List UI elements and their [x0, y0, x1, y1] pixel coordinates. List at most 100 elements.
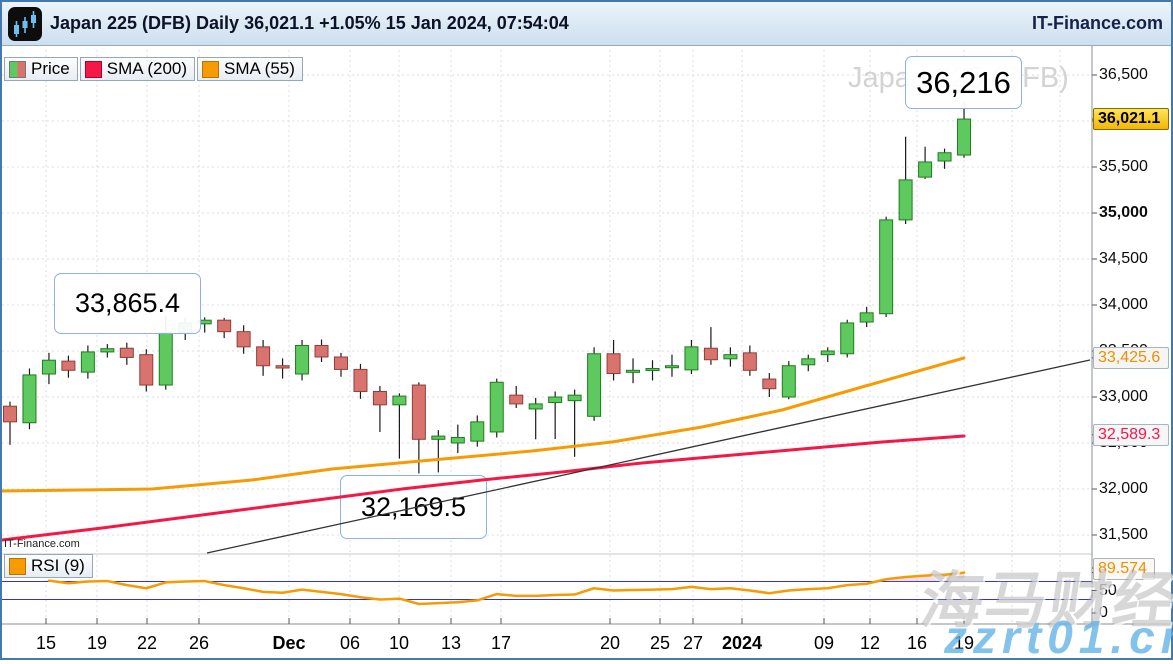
app-logo-icon: [8, 7, 42, 41]
annotation-text: 36,216: [916, 65, 1011, 101]
candle-body: [23, 375, 36, 423]
candle[interactable]: [510, 386, 523, 408]
frame-lines: [2, 46, 1173, 624]
candle[interactable]: [257, 340, 270, 376]
candle-body: [510, 395, 523, 404]
candle[interactable]: [880, 217, 893, 317]
candle-body: [860, 313, 873, 322]
candle[interactable]: [860, 307, 873, 327]
candle-body: [724, 355, 737, 359]
candle[interactable]: [529, 398, 542, 439]
candle[interactable]: [919, 147, 932, 179]
candle[interactable]: [549, 391, 562, 439]
header-bar: Japan 225 (DFB) Daily 36,021.1 +1.05% 15…: [2, 2, 1171, 46]
candle-body: [919, 162, 932, 177]
candle[interactable]: [958, 101, 971, 158]
candle-body: [296, 345, 309, 374]
candle[interactable]: [296, 340, 309, 380]
legend-item-rsi[interactable]: RSI (9): [4, 554, 93, 578]
candle-body: [646, 368, 659, 370]
candle-body: [62, 361, 75, 370]
candle-body: [373, 391, 386, 404]
candle-body: [821, 351, 834, 355]
candle-body: [159, 333, 172, 385]
candle[interactable]: [432, 430, 445, 472]
candle[interactable]: [140, 349, 153, 391]
candle-body: [315, 345, 328, 356]
candle-body: [42, 360, 55, 374]
rsi-pane[interactable]: [2, 573, 1092, 604]
corner-watermark: IT-Finance.com: [4, 538, 80, 550]
candle[interactable]: [334, 353, 347, 377]
candle[interactable]: [490, 379, 503, 438]
candle-body: [412, 385, 425, 439]
candle[interactable]: [627, 358, 640, 383]
candle[interactable]: [821, 347, 834, 362]
candle-body: [218, 320, 231, 331]
candle[interactable]: [646, 360, 659, 380]
candle-body: [899, 180, 912, 220]
rsi-swatch-icon: [9, 558, 26, 575]
candle[interactable]: [724, 347, 737, 366]
candle[interactable]: [101, 344, 114, 357]
candle[interactable]: [237, 325, 250, 354]
candle[interactable]: [62, 356, 75, 378]
candle-body: [782, 366, 795, 397]
legend-label: RSI (9): [31, 556, 85, 576]
sma200-swatch-icon: [85, 61, 102, 78]
candle[interactable]: [276, 358, 289, 378]
candle[interactable]: [120, 343, 133, 365]
legend-item-price[interactable]: Price: [4, 57, 78, 81]
candle-body: [958, 119, 971, 155]
candle-body: [880, 220, 893, 314]
legend-item-sma200[interactable]: SMA (200): [80, 57, 195, 81]
candle[interactable]: [899, 137, 912, 224]
candle[interactable]: [588, 347, 601, 421]
price-annotation-low[interactable]: 32,169.5: [340, 475, 487, 539]
candle[interactable]: [782, 361, 795, 399]
price-swatch-icon: [9, 61, 26, 78]
candle[interactable]: [4, 402, 17, 445]
brand-link[interactable]: IT-Finance.com: [1032, 13, 1163, 34]
legend-label: SMA (200): [107, 59, 187, 79]
legend-item-sma55[interactable]: SMA (55): [197, 57, 303, 81]
price-annotation-peak[interactable]: 33,865.4: [54, 273, 201, 334]
candle[interactable]: [373, 386, 386, 432]
candle[interactable]: [763, 373, 776, 397]
candle-body: [588, 354, 601, 417]
candle-body: [101, 349, 114, 352]
candle-body: [4, 406, 17, 422]
candle[interactable]: [743, 345, 756, 375]
candle-body: [802, 359, 815, 365]
candle[interactable]: [471, 415, 484, 446]
candle[interactable]: [23, 368, 36, 429]
candle[interactable]: [393, 393, 406, 458]
candle[interactable]: [841, 320, 854, 358]
candle[interactable]: [685, 340, 698, 374]
candle-body: [393, 396, 406, 405]
candle[interactable]: [607, 340, 620, 380]
candle-body: [568, 395, 581, 401]
candle[interactable]: [42, 353, 55, 384]
candle[interactable]: [665, 355, 678, 377]
candle[interactable]: [218, 318, 231, 338]
candle[interactable]: [81, 345, 94, 378]
candle[interactable]: [938, 149, 951, 169]
candle[interactable]: [451, 425, 464, 454]
candle-body: [841, 323, 854, 354]
candle-body: [354, 369, 367, 391]
annotation-text: 33,865.4: [75, 288, 180, 319]
candle-body: [665, 366, 678, 368]
candle[interactable]: [802, 355, 815, 372]
candle-body: [451, 437, 464, 443]
rsi-legend: RSI (9): [4, 554, 93, 578]
candle[interactable]: [704, 327, 717, 365]
candle-body: [490, 382, 503, 432]
price-annotation-high[interactable]: 36,216: [905, 56, 1022, 109]
candle[interactable]: [315, 339, 328, 362]
legend-label: SMA (55): [224, 59, 295, 79]
candle-body: [938, 153, 951, 161]
candle[interactable]: [354, 364, 367, 399]
candle-body: [334, 357, 347, 369]
annotation-text: 32,169.5: [361, 492, 466, 523]
